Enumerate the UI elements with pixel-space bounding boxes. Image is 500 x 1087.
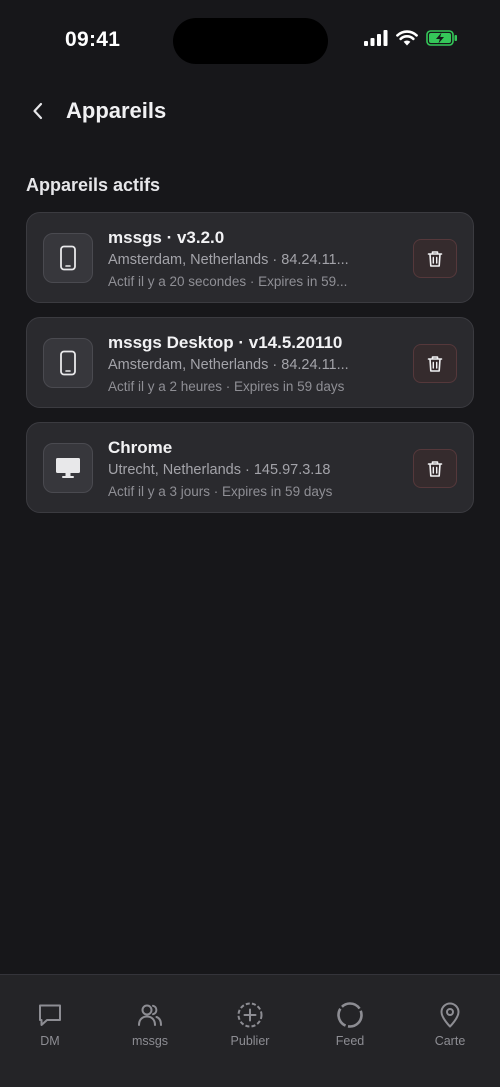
tab-bar: DM mssgs Publier Feed Carte (0, 974, 500, 1087)
device-activity: Actif il y a 20 secondes · Expires in 59… (108, 274, 348, 289)
back-button[interactable] (24, 97, 52, 125)
chevron-left-icon (33, 102, 43, 120)
battery-charging-icon (426, 30, 457, 46)
device-icon-box (43, 443, 93, 493)
device-name: Chrome (108, 438, 173, 457)
trash-icon (427, 460, 443, 477)
map-pin-icon (440, 1002, 460, 1028)
device-icon-box (43, 338, 93, 388)
tab-dm[interactable]: DM (0, 975, 100, 1087)
tab-label: Carte (434, 1034, 466, 1048)
device-card[interactable]: mssgs Desktop · v14.5.20110 Amsterdam, N… (26, 317, 474, 408)
desktop-monitor-icon (56, 458, 80, 478)
device-list: mssgs · v3.2.0 Amsterdam, Netherlands · … (26, 212, 474, 527)
feed-circle-icon (337, 1002, 363, 1028)
section-title: Appareils actifs (26, 175, 161, 195)
tab-feed[interactable]: Feed (300, 975, 400, 1087)
smartphone-icon (60, 350, 76, 376)
delete-device-button[interactable] (413, 344, 457, 383)
status-icons (364, 30, 458, 46)
status-bar: 09:41 (0, 0, 500, 80)
device-card[interactable]: Chrome Utrecht, Netherlands · 145.97.3.1… (26, 422, 474, 513)
tab-label: Publier (230, 1034, 270, 1048)
device-activity: Actif il y a 2 heures · Expires in 59 da… (108, 379, 345, 394)
dynamic-island (173, 18, 328, 64)
tab-carte[interactable]: Carte (400, 975, 500, 1087)
trash-icon (427, 355, 443, 372)
tab-publier[interactable]: Publier (200, 975, 300, 1087)
device-location: Utrecht, Netherlands · 145.97.3.18 (108, 462, 331, 478)
status-time: 09:41 (65, 28, 121, 51)
device-name: mssgs · v3.2.0 (108, 228, 225, 247)
tab-label: mssgs (131, 1034, 169, 1048)
header: Appareils (0, 88, 500, 134)
tab-mssgs[interactable]: mssgs (100, 975, 200, 1087)
wifi-icon (396, 30, 418, 46)
device-location: Amsterdam, Netherlands · 84.24.11... (108, 252, 349, 268)
device-card[interactable]: mssgs · v3.2.0 Amsterdam, Netherlands · … (26, 212, 474, 303)
tab-label: DM (40, 1034, 60, 1048)
trash-icon (427, 250, 443, 267)
cellular-signal-icon (364, 30, 388, 46)
tab-label: Feed (335, 1034, 365, 1048)
device-name: mssgs Desktop · v14.5.20110 (108, 333, 343, 352)
delete-device-button[interactable] (413, 239, 457, 278)
device-icon-box (43, 233, 93, 283)
device-location: Amsterdam, Netherlands · 84.24.11... (108, 357, 349, 373)
device-activity: Actif il y a 3 jours · Expires in 59 day… (108, 484, 333, 499)
page-title: Appareils (66, 98, 167, 123)
users-icon (138, 1004, 162, 1026)
smartphone-icon (60, 245, 76, 271)
delete-device-button[interactable] (413, 449, 457, 488)
chat-bubble-icon (39, 1004, 61, 1026)
add-circle-icon (237, 1002, 263, 1028)
